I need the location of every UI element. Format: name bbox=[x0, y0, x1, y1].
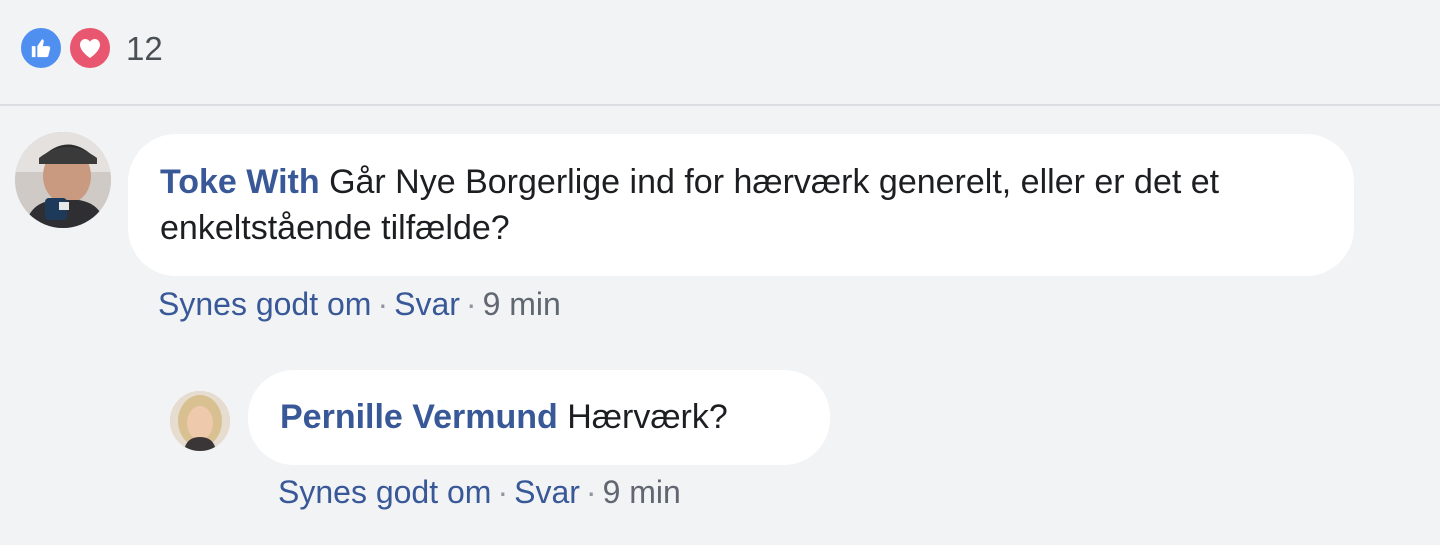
love-icon[interactable] bbox=[67, 25, 113, 71]
comment-actions: Synes godt om · Svar · 9 min bbox=[158, 284, 561, 324]
reactions-bar: 12 bbox=[0, 0, 1440, 106]
avatar-photo bbox=[15, 132, 111, 228]
reply-link[interactable]: Svar bbox=[394, 286, 460, 322]
comment-author[interactable]: Pernille Vermund bbox=[280, 398, 558, 436]
thumbs-up-glyph bbox=[31, 39, 51, 58]
like-link[interactable]: Synes godt om bbox=[158, 286, 371, 322]
timestamp[interactable]: 9 min bbox=[483, 286, 561, 322]
like-icon[interactable] bbox=[18, 25, 64, 71]
like-link[interactable]: Synes godt om bbox=[278, 474, 491, 510]
avatar[interactable] bbox=[170, 391, 230, 451]
avatar-photo bbox=[170, 391, 230, 451]
reply-link[interactable]: Svar bbox=[514, 474, 580, 510]
comment-actions: Synes godt om · Svar · 9 min bbox=[278, 472, 681, 512]
comment-text: Hærværk? bbox=[567, 398, 728, 436]
comment-bubble: Toke With Går Nye Borgerlige ind for hær… bbox=[128, 134, 1354, 276]
separator-dot: · bbox=[377, 286, 389, 322]
separator-dot: · bbox=[465, 286, 477, 322]
timestamp[interactable]: 9 min bbox=[603, 474, 681, 510]
separator-dot: · bbox=[585, 474, 597, 510]
avatar[interactable] bbox=[15, 132, 111, 228]
heart-glyph bbox=[80, 39, 100, 58]
comment-author[interactable]: Toke With bbox=[160, 163, 320, 201]
comment-bubble: Pernille Vermund Hærværk? bbox=[248, 370, 830, 465]
separator-dot: · bbox=[497, 474, 509, 510]
reaction-count[interactable]: 12 bbox=[126, 30, 163, 68]
